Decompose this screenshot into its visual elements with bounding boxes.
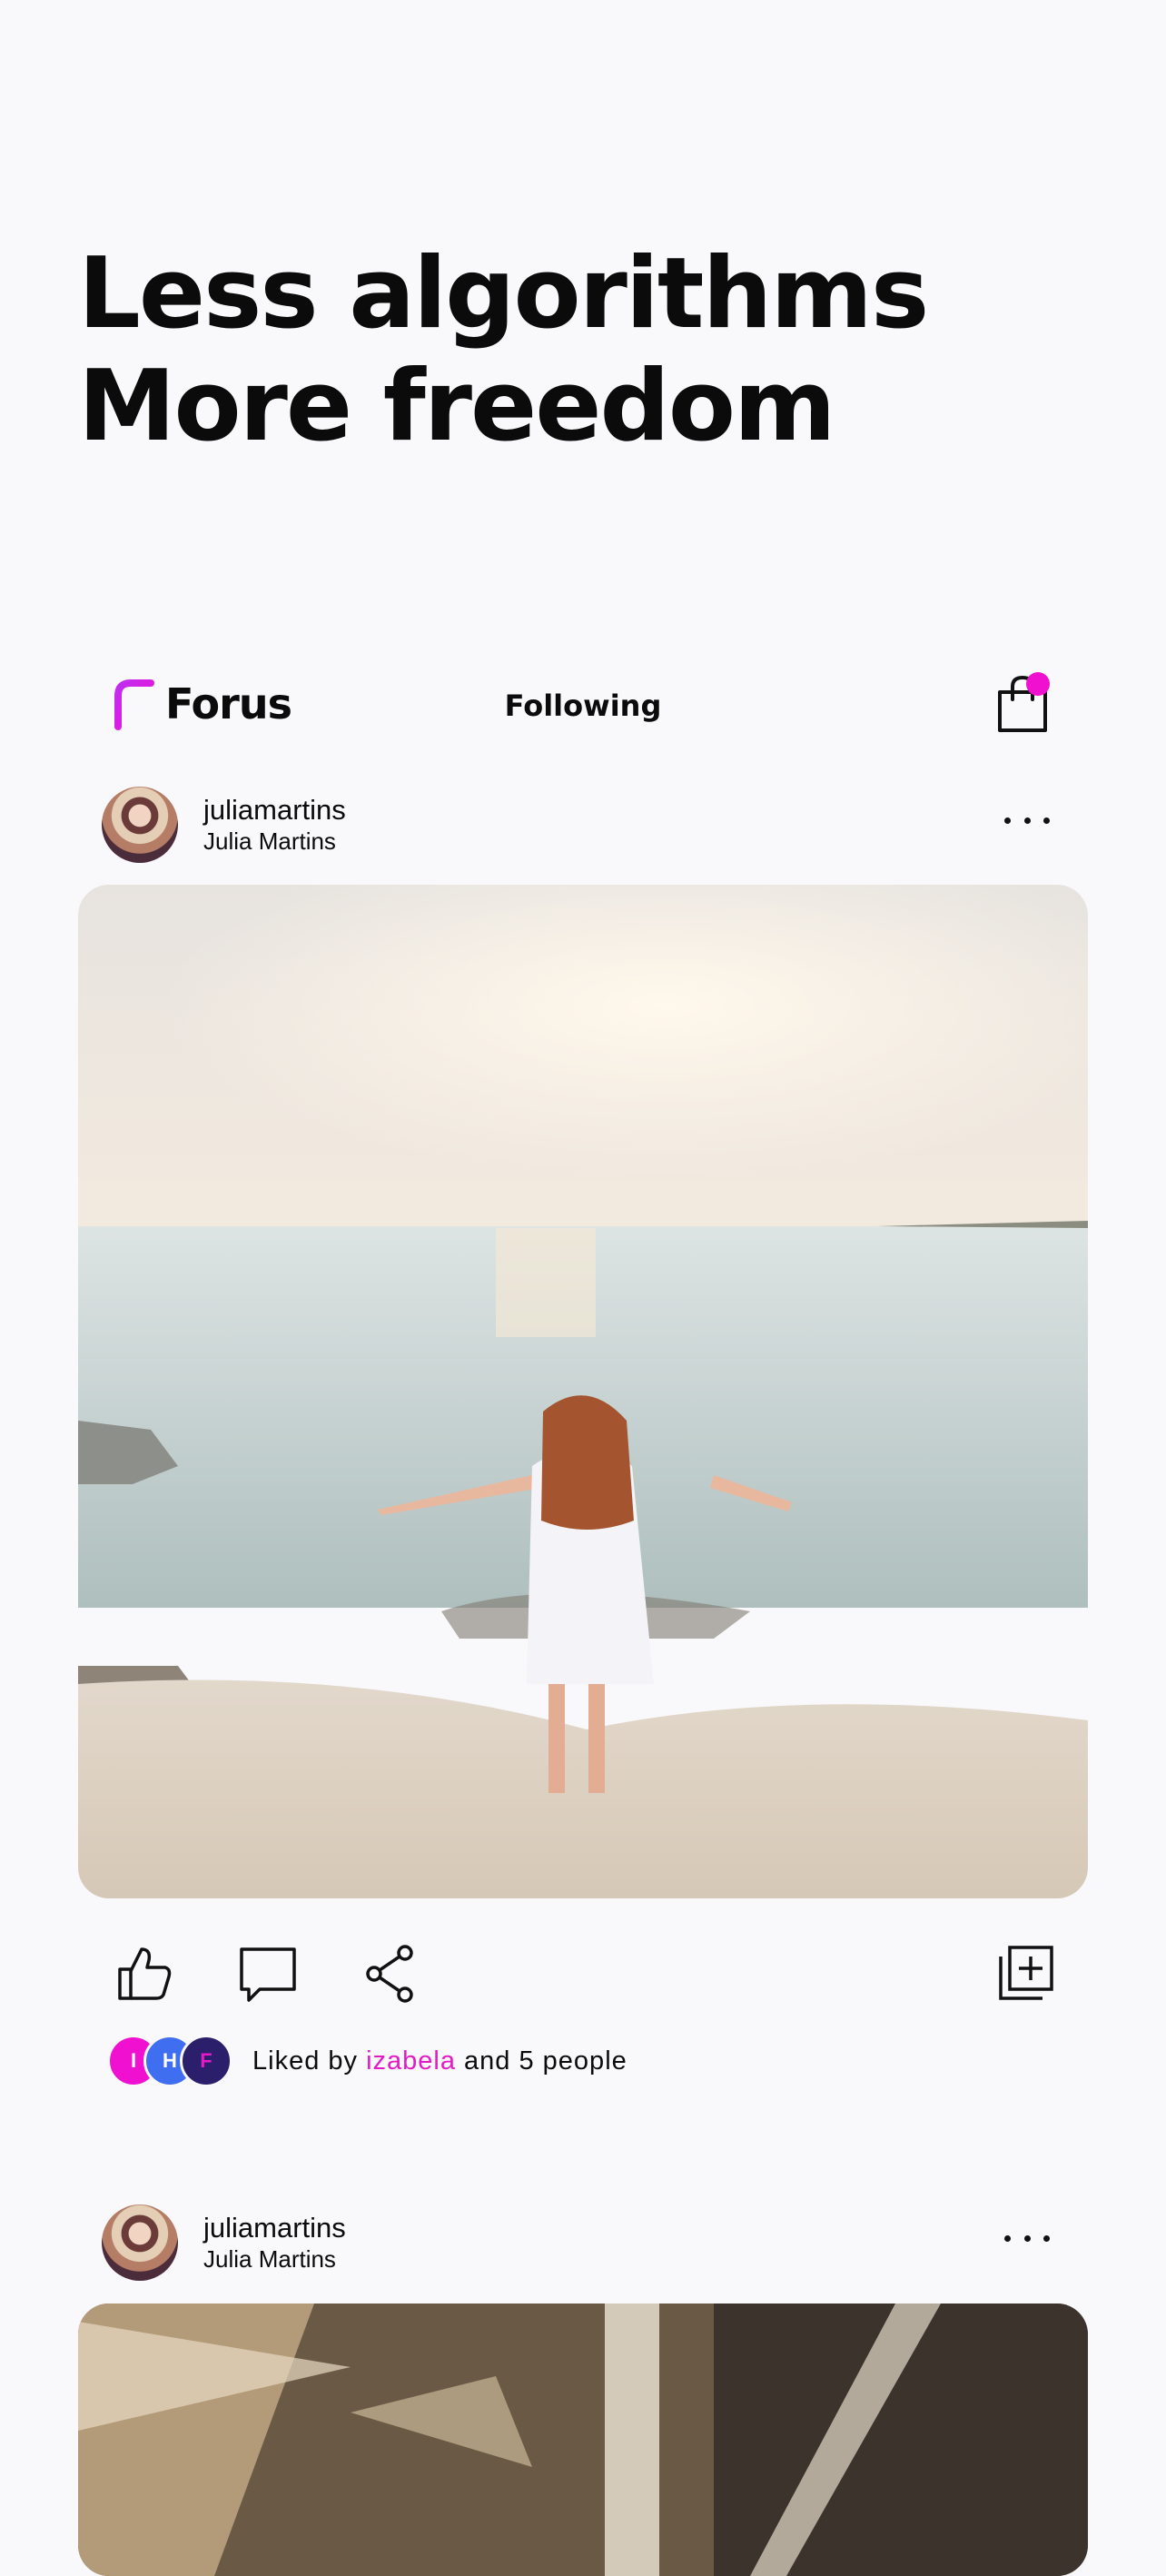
likes-text: Liked by izabela and 5 people — [252, 2046, 627, 2076]
app-header: Forus Following — [0, 663, 1166, 745]
liker-username[interactable]: izabela — [366, 2046, 456, 2076]
post-photo[interactable] — [78, 2304, 1088, 2576]
post-header: juliamartins Julia Martins — [0, 787, 1166, 868]
avatar[interactable] — [102, 787, 178, 863]
post-actions — [0, 1944, 1166, 2007]
add-to-collection-icon[interactable] — [995, 1944, 1055, 2004]
display-name: Julia Martins — [203, 2245, 336, 2273]
display-name: Julia Martins — [203, 827, 336, 855]
hero-line-2: More freedom — [78, 350, 836, 463]
more-options-icon[interactable] — [1004, 2235, 1050, 2248]
avatar[interactable] — [102, 2204, 178, 2281]
likes-prefix: Liked by — [252, 2046, 359, 2076]
post-author[interactable]: juliamartins Julia Martins — [203, 794, 346, 856]
hero-headline: Less algorithms More freedom — [78, 237, 929, 463]
likes-summary[interactable]: I H F Liked by izabela and 5 people — [107, 2035, 627, 2087]
liker-avatar: F — [180, 2035, 232, 2087]
comment-icon[interactable] — [238, 1944, 298, 2004]
thumbs-up-icon[interactable] — [114, 1944, 174, 2004]
likes-suffix: and 5 people — [464, 2046, 627, 2076]
post-author[interactable]: juliamartins Julia Martins — [203, 2212, 346, 2274]
hero-line-1: Less algorithms — [78, 237, 929, 351]
post-photo[interactable] — [78, 885, 1088, 1898]
notification-dot — [1026, 672, 1050, 696]
username: juliamartins — [203, 2212, 346, 2244]
share-icon[interactable] — [361, 1944, 421, 2004]
more-options-icon[interactable] — [1004, 817, 1050, 830]
username: juliamartins — [203, 794, 346, 826]
feed-title[interactable]: Following — [0, 689, 1166, 723]
post-header: juliamartins Julia Martins — [0, 2204, 1166, 2286]
